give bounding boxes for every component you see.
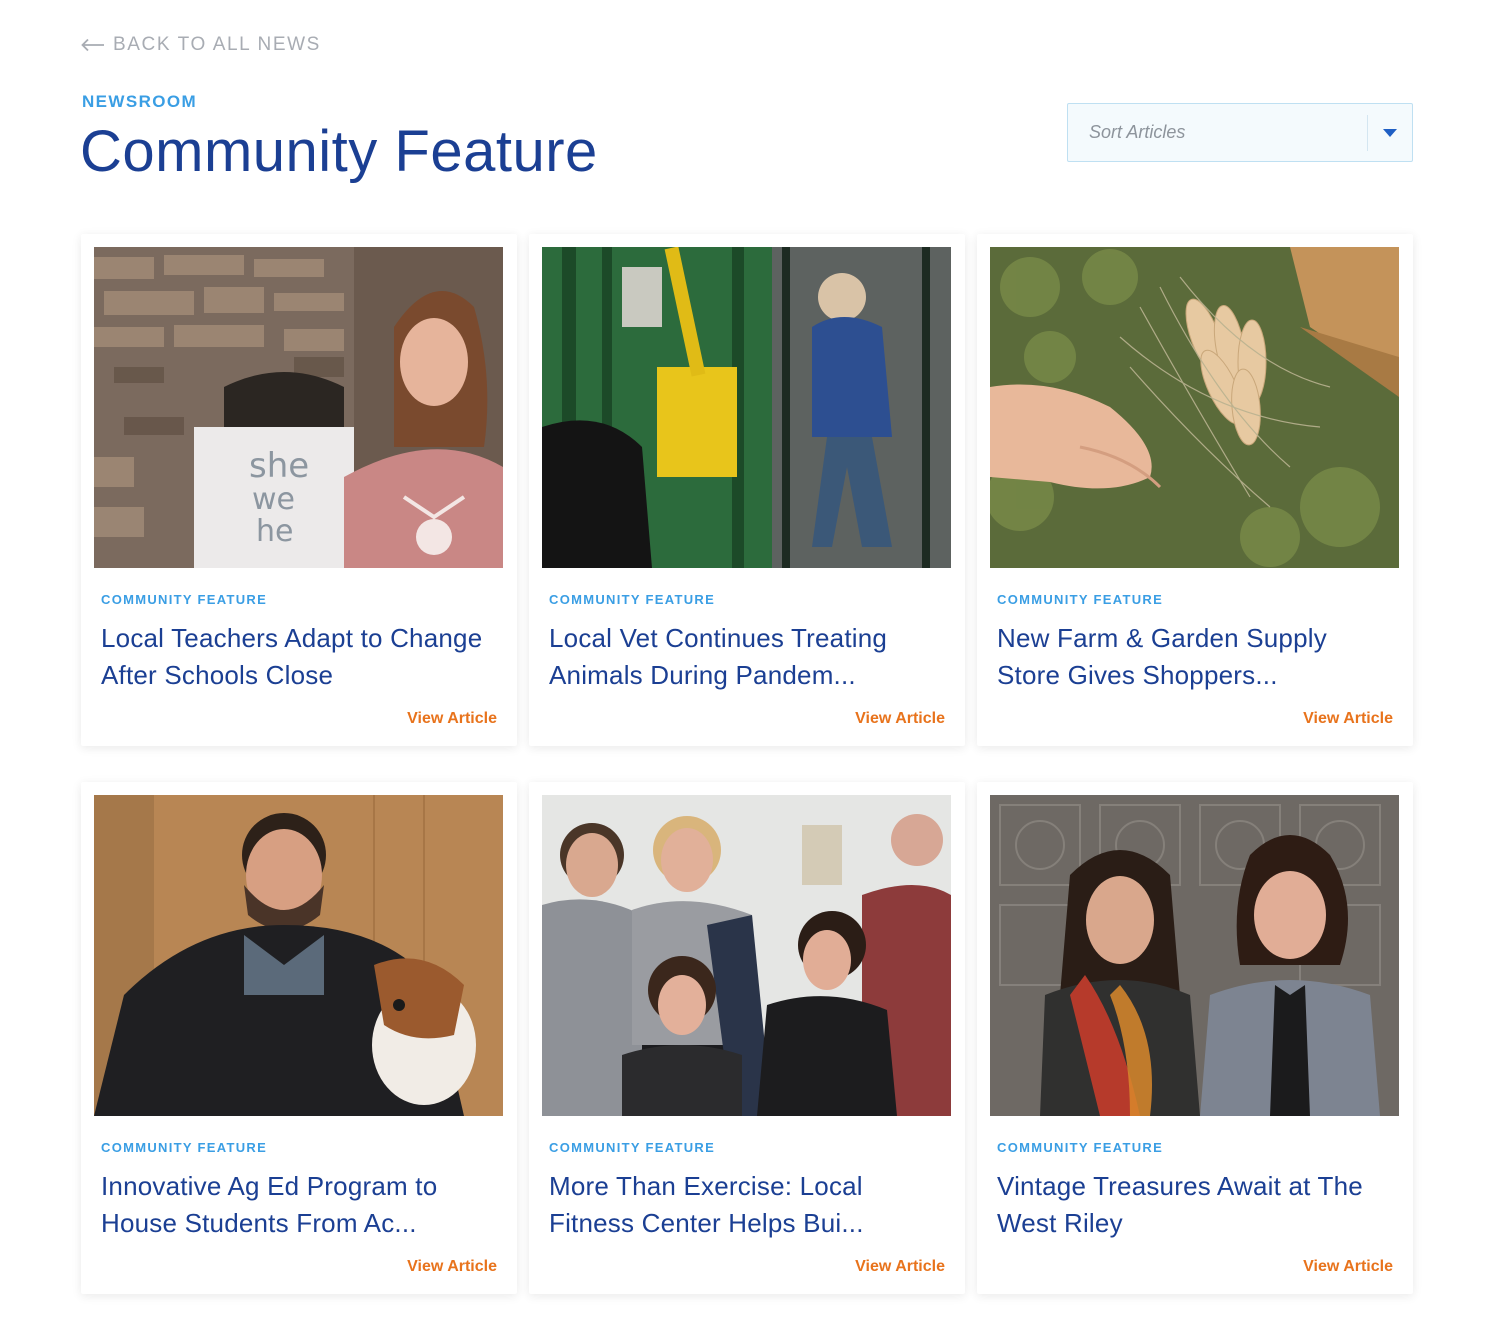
svg-text:she: she bbox=[249, 446, 309, 486]
article-card[interactable]: COMMUNITY FEATURE New Farm & Garden Supp… bbox=[977, 234, 1413, 746]
article-card[interactable]: COMMUNITY FEATURE Vintage Treasures Awai… bbox=[977, 782, 1413, 1294]
arrow-left-icon bbox=[81, 38, 104, 52]
svg-text:he: he bbox=[256, 514, 293, 549]
article-category: COMMUNITY FEATURE bbox=[997, 1140, 1164, 1155]
fitness-group-photo bbox=[542, 795, 951, 1116]
article-category: COMMUNITY FEATURE bbox=[549, 1140, 716, 1155]
article-category: COMMUNITY FEATURE bbox=[549, 592, 716, 607]
view-article-link[interactable]: View Article bbox=[407, 1258, 497, 1276]
svg-text:we: we bbox=[252, 482, 295, 517]
article-title[interactable]: New Farm & Garden Supply Store Gives Sho… bbox=[997, 620, 1397, 694]
view-article-link[interactable]: View Article bbox=[1303, 1258, 1393, 1276]
article-card[interactable]: she we he COMMUNITY FEATURE Local Teache… bbox=[81, 234, 517, 746]
view-article-link[interactable]: View Article bbox=[1303, 710, 1393, 728]
view-article-link[interactable]: View Article bbox=[855, 710, 945, 728]
article-title[interactable]: Local Vet Continues Treating Animals Dur… bbox=[549, 620, 949, 694]
view-article-link[interactable]: View Article bbox=[855, 1258, 945, 1276]
view-article-link[interactable]: View Article bbox=[407, 710, 497, 728]
article-card[interactable]: COMMUNITY FEATURE More Than Exercise: Lo… bbox=[529, 782, 965, 1294]
section-eyebrow: NEWSROOM bbox=[82, 92, 198, 111]
article-title[interactable]: More Than Exercise: Local Fitness Center… bbox=[549, 1168, 949, 1242]
vet-cattle-chute-photo bbox=[542, 247, 951, 568]
article-title[interactable]: Local Teachers Adapt to Change After Sch… bbox=[101, 620, 501, 694]
sort-articles-select[interactable]: Sort Articles bbox=[1067, 103, 1413, 162]
two-women-tin-wall-photo bbox=[990, 795, 1399, 1116]
man-with-goat-photo bbox=[94, 795, 503, 1116]
article-title[interactable]: Vintage Treasures Await at The West Rile… bbox=[997, 1168, 1397, 1242]
chevron-down-icon bbox=[1368, 128, 1412, 138]
article-category: COMMUNITY FEATURE bbox=[101, 592, 268, 607]
article-grid: she we he COMMUNITY FEATURE Local Teache… bbox=[81, 234, 1413, 1294]
article-card[interactable]: COMMUNITY FEATURE Local Vet Continues Tr… bbox=[529, 234, 965, 746]
article-category: COMMUNITY FEATURE bbox=[997, 592, 1164, 607]
onion-sets-photo bbox=[990, 247, 1399, 568]
sort-placeholder: Sort Articles bbox=[1089, 122, 1186, 142]
page-title: Community Feature bbox=[80, 119, 598, 184]
article-category: COMMUNITY FEATURE bbox=[101, 1140, 268, 1155]
article-title[interactable]: Innovative Ag Ed Program to House Studen… bbox=[101, 1168, 501, 1242]
teacher-whiteboard-photo: she we he bbox=[94, 247, 503, 568]
back-link-label: BACK TO ALL NEWS bbox=[113, 34, 321, 55]
back-to-all-news-link[interactable]: BACK TO ALL NEWS bbox=[81, 34, 321, 56]
article-card[interactable]: COMMUNITY FEATURE Innovative Ag Ed Progr… bbox=[81, 782, 517, 1294]
